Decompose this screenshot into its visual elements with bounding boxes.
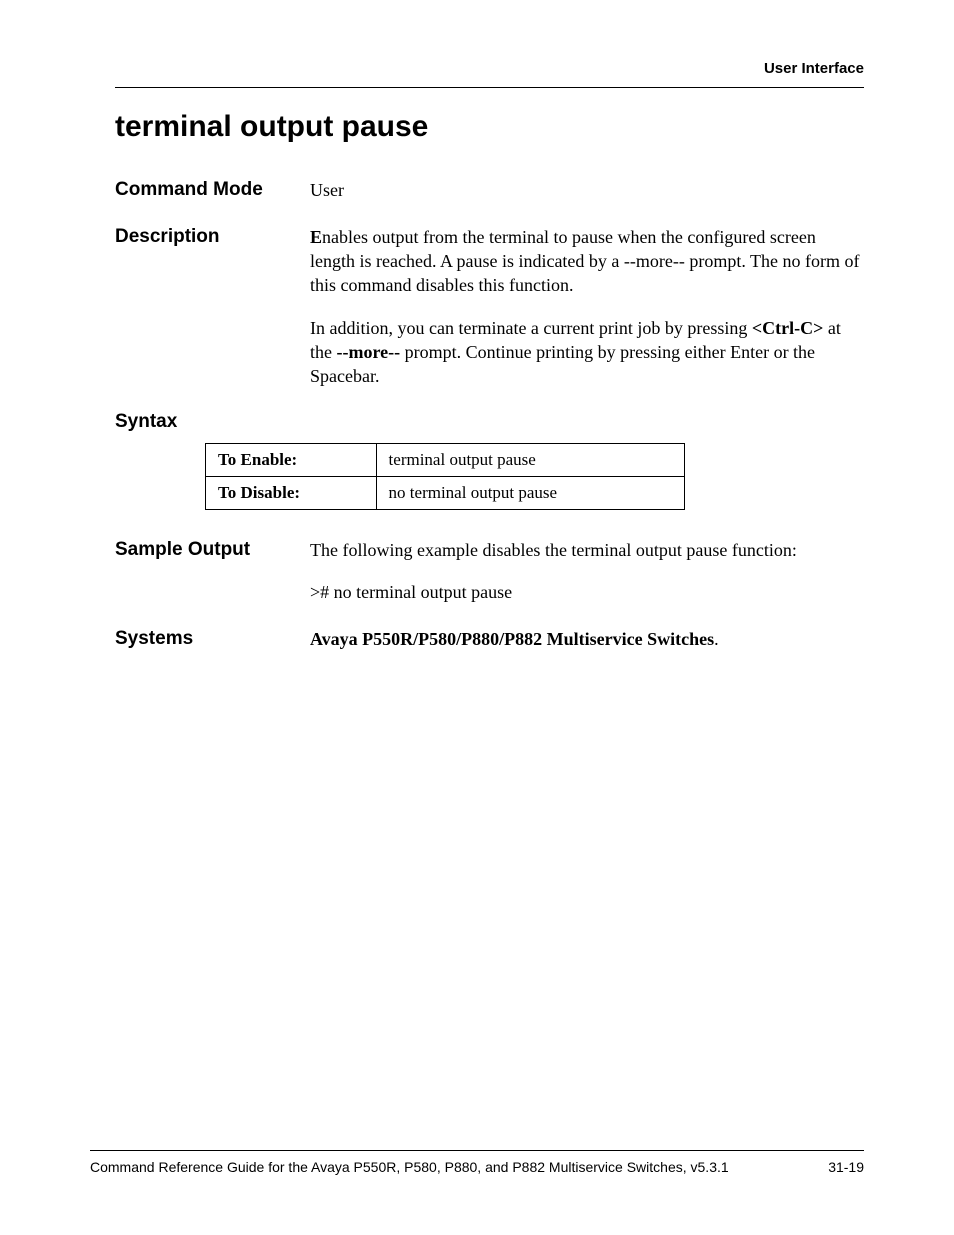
ctrl-c-key: <Ctrl-C> bbox=[752, 318, 824, 338]
syntax-row-value: terminal output pause bbox=[376, 444, 684, 477]
syntax-row-label: To Disable: bbox=[206, 477, 377, 510]
sample-output-intro: The following example disables the termi… bbox=[310, 538, 864, 562]
sample-output-cmd: ># no terminal output pause bbox=[310, 580, 864, 604]
description-row: Description Enables output from the term… bbox=[115, 225, 864, 389]
description-body: Enables output from the terminal to paus… bbox=[310, 225, 864, 389]
command-mode-label: Command Mode bbox=[115, 178, 310, 203]
footer-page-number: 31-19 bbox=[828, 1159, 864, 1175]
syntax-label: Syntax bbox=[115, 410, 310, 435]
running-head: User Interface bbox=[115, 60, 864, 77]
systems-value: Avaya P550R/P580/P880/P882 Multiservice … bbox=[310, 629, 714, 649]
sample-output-body: The following example disables the termi… bbox=[310, 538, 864, 605]
page-footer: Command Reference Guide for the Avaya P5… bbox=[90, 1150, 864, 1175]
syntax-row-label: To Enable: bbox=[206, 444, 377, 477]
systems-suffix: . bbox=[714, 629, 719, 649]
more-prompt: --more-- bbox=[337, 342, 401, 362]
description-label: Description bbox=[115, 225, 310, 250]
table-row: To Enable: terminal output pause bbox=[206, 444, 685, 477]
footer-left: Command Reference Guide for the Avaya P5… bbox=[90, 1159, 729, 1175]
systems-body: Avaya P550R/P580/P880/P882 Multiservice … bbox=[310, 627, 864, 651]
systems-label: Systems bbox=[115, 627, 310, 652]
page-title: terminal output pause bbox=[115, 110, 864, 144]
syntax-row-value: no terminal output pause bbox=[376, 477, 684, 510]
footer-rule bbox=[90, 1150, 864, 1151]
description-para-2: In addition, you can terminate a current… bbox=[310, 316, 864, 389]
table-row: To Disable: no terminal output pause bbox=[206, 477, 685, 510]
systems-row: Systems Avaya P550R/P580/P880/P882 Multi… bbox=[115, 627, 864, 652]
syntax-row: Syntax bbox=[115, 410, 864, 435]
description-p2-pre: In addition, you can terminate a current… bbox=[310, 318, 752, 338]
sample-output-row: Sample Output The following example disa… bbox=[115, 538, 864, 605]
description-dropcap: E bbox=[310, 227, 322, 247]
command-mode-row: Command Mode User bbox=[115, 178, 864, 203]
sample-output-label: Sample Output bbox=[115, 538, 310, 563]
description-para1-rest: nables output from the terminal to pause… bbox=[310, 227, 860, 296]
syntax-table-block: To Enable: terminal output pause To Disa… bbox=[115, 443, 864, 510]
page: User Interface terminal output pause Com… bbox=[0, 0, 954, 1235]
command-mode-value: User bbox=[310, 178, 864, 202]
footer-row: Command Reference Guide for the Avaya P5… bbox=[90, 1159, 864, 1175]
top-rule bbox=[115, 87, 864, 88]
description-para-1: Enables output from the terminal to paus… bbox=[310, 225, 864, 298]
syntax-table: To Enable: terminal output pause To Disa… bbox=[205, 443, 685, 510]
